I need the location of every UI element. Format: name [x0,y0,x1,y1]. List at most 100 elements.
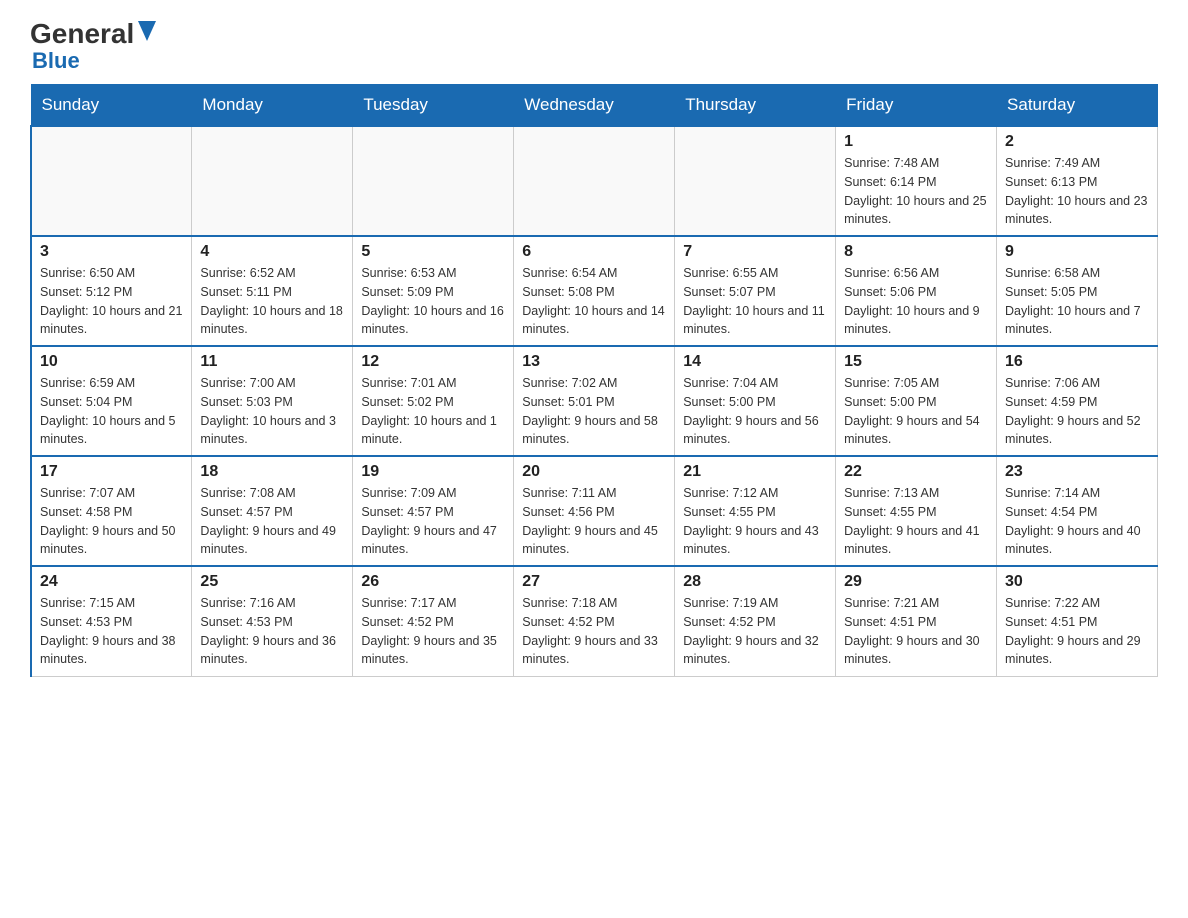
day-number: 26 [361,573,505,591]
day-info: Sunrise: 7:22 AM Sunset: 4:51 PM Dayligh… [1005,594,1149,669]
calendar-cell [192,126,353,236]
day-number: 1 [844,133,988,151]
day-info: Sunrise: 7:18 AM Sunset: 4:52 PM Dayligh… [522,594,666,669]
day-number: 20 [522,463,666,481]
day-number: 2 [1005,133,1149,151]
day-info: Sunrise: 7:07 AM Sunset: 4:58 PM Dayligh… [40,484,183,559]
day-number: 27 [522,573,666,591]
calendar-cell: 26 Sunrise: 7:17 AM Sunset: 4:52 PM Dayli… [353,566,514,676]
calendar-cell: 19 Sunrise: 7:09 AM Sunset: 4:57 PM Dayli… [353,456,514,566]
day-info: Sunrise: 7:48 AM Sunset: 6:14 PM Dayligh… [844,154,988,229]
logo-blue-label: Blue [32,48,80,73]
calendar-cell: 24 Sunrise: 7:15 AM Sunset: 4:53 PM Dayli… [31,566,192,676]
day-number: 12 [361,353,505,371]
calendar-cell: 17 Sunrise: 7:07 AM Sunset: 4:58 PM Dayli… [31,456,192,566]
day-number: 18 [200,463,344,481]
calendar-table: SundayMondayTuesdayWednesdayThursdayFrid… [30,84,1158,677]
header: General Blue [30,20,1158,74]
day-number: 8 [844,243,988,261]
day-number: 16 [1005,353,1149,371]
day-number: 21 [683,463,827,481]
week-row-4: 17 Sunrise: 7:07 AM Sunset: 4:58 PM Dayli… [31,456,1158,566]
day-number: 6 [522,243,666,261]
calendar-cell: 22 Sunrise: 7:13 AM Sunset: 4:55 PM Dayli… [836,456,997,566]
calendar-header-sunday: Sunday [31,85,192,127]
calendar-header-row: SundayMondayTuesdayWednesdayThursdayFrid… [31,85,1158,127]
day-info: Sunrise: 7:00 AM Sunset: 5:03 PM Dayligh… [200,374,344,449]
calendar-cell: 28 Sunrise: 7:19 AM Sunset: 4:52 PM Dayli… [675,566,836,676]
day-info: Sunrise: 7:01 AM Sunset: 5:02 PM Dayligh… [361,374,505,449]
day-number: 13 [522,353,666,371]
day-info: Sunrise: 7:04 AM Sunset: 5:00 PM Dayligh… [683,374,827,449]
calendar-cell: 1 Sunrise: 7:48 AM Sunset: 6:14 PM Daylig… [836,126,997,236]
calendar-cell [353,126,514,236]
week-row-3: 10 Sunrise: 6:59 AM Sunset: 5:04 PM Dayli… [31,346,1158,456]
logo: General Blue [30,20,156,74]
day-number: 5 [361,243,505,261]
calendar-cell: 2 Sunrise: 7:49 AM Sunset: 6:13 PM Daylig… [997,126,1158,236]
calendar-cell: 21Sunrise: 7:12 AM Sunset: 4:55 PM Dayli… [675,456,836,566]
calendar-header-friday: Friday [836,85,997,127]
day-number: 23 [1005,463,1149,481]
day-info: Sunrise: 7:17 AM Sunset: 4:52 PM Dayligh… [361,594,505,669]
calendar-cell: 25Sunrise: 7:16 AM Sunset: 4:53 PM Dayli… [192,566,353,676]
day-info: Sunrise: 6:56 AM Sunset: 5:06 PM Dayligh… [844,264,988,339]
day-number: 17 [40,463,183,481]
calendar-header-wednesday: Wednesday [514,85,675,127]
day-info: Sunrise: 6:52 AM Sunset: 5:11 PM Dayligh… [200,264,344,339]
day-info: Sunrise: 7:21 AM Sunset: 4:51 PM Dayligh… [844,594,988,669]
calendar-header-tuesday: Tuesday [353,85,514,127]
calendar-cell: 8 Sunrise: 6:56 AM Sunset: 5:06 PM Daylig… [836,236,997,346]
calendar-cell: 15Sunrise: 7:05 AM Sunset: 5:00 PM Dayli… [836,346,997,456]
calendar-cell [31,126,192,236]
day-number: 19 [361,463,505,481]
day-number: 3 [40,243,183,261]
day-number: 4 [200,243,344,261]
calendar-cell: 23 Sunrise: 7:14 AM Sunset: 4:54 PM Dayli… [997,456,1158,566]
day-info: Sunrise: 7:19 AM Sunset: 4:52 PM Dayligh… [683,594,827,669]
day-info: Sunrise: 7:16 AM Sunset: 4:53 PM Dayligh… [200,594,344,669]
calendar-cell: 3Sunrise: 6:50 AM Sunset: 5:12 PM Daylig… [31,236,192,346]
calendar-header-thursday: Thursday [675,85,836,127]
calendar-cell: 10 Sunrise: 6:59 AM Sunset: 5:04 PM Dayli… [31,346,192,456]
day-number: 7 [683,243,827,261]
day-number: 24 [40,573,183,591]
day-info: Sunrise: 7:02 AM Sunset: 5:01 PM Dayligh… [522,374,666,449]
day-info: Sunrise: 6:55 AM Sunset: 5:07 PM Dayligh… [683,264,827,339]
day-info: Sunrise: 7:08 AM Sunset: 4:57 PM Dayligh… [200,484,344,559]
day-number: 30 [1005,573,1149,591]
week-row-2: 3Sunrise: 6:50 AM Sunset: 5:12 PM Daylig… [31,236,1158,346]
calendar-header-monday: Monday [192,85,353,127]
week-row-1: 1 Sunrise: 7:48 AM Sunset: 6:14 PM Daylig… [31,126,1158,236]
day-info: Sunrise: 7:49 AM Sunset: 6:13 PM Dayligh… [1005,154,1149,229]
week-row-5: 24 Sunrise: 7:15 AM Sunset: 4:53 PM Dayli… [31,566,1158,676]
day-number: 10 [40,353,183,371]
day-number: 28 [683,573,827,591]
calendar-cell [514,126,675,236]
day-info: Sunrise: 6:53 AM Sunset: 5:09 PM Dayligh… [361,264,505,339]
day-number: 15 [844,353,988,371]
calendar-cell: 5 Sunrise: 6:53 AM Sunset: 5:09 PM Daylig… [353,236,514,346]
day-info: Sunrise: 6:58 AM Sunset: 5:05 PM Dayligh… [1005,264,1149,339]
day-info: Sunrise: 7:14 AM Sunset: 4:54 PM Dayligh… [1005,484,1149,559]
day-info: Sunrise: 7:09 AM Sunset: 4:57 PM Dayligh… [361,484,505,559]
calendar-cell: 9Sunrise: 6:58 AM Sunset: 5:05 PM Daylig… [997,236,1158,346]
day-info: Sunrise: 7:11 AM Sunset: 4:56 PM Dayligh… [522,484,666,559]
day-info: Sunrise: 7:15 AM Sunset: 4:53 PM Dayligh… [40,594,183,669]
calendar-cell: 29Sunrise: 7:21 AM Sunset: 4:51 PM Dayli… [836,566,997,676]
day-number: 22 [844,463,988,481]
calendar-cell: 12 Sunrise: 7:01 AM Sunset: 5:02 PM Dayli… [353,346,514,456]
calendar-header-saturday: Saturday [997,85,1158,127]
calendar-cell: 30 Sunrise: 7:22 AM Sunset: 4:51 PM Dayli… [997,566,1158,676]
day-number: 14 [683,353,827,371]
calendar-cell: 7 Sunrise: 6:55 AM Sunset: 5:07 PM Daylig… [675,236,836,346]
logo-triangle-icon [138,21,156,45]
calendar-cell: 27 Sunrise: 7:18 AM Sunset: 4:52 PM Dayli… [514,566,675,676]
logo-general-text: General [30,20,134,48]
day-info: Sunrise: 6:59 AM Sunset: 5:04 PM Dayligh… [40,374,183,449]
calendar-cell: 14 Sunrise: 7:04 AM Sunset: 5:00 PM Dayli… [675,346,836,456]
day-info: Sunrise: 7:13 AM Sunset: 4:55 PM Dayligh… [844,484,988,559]
calendar-cell: 13 Sunrise: 7:02 AM Sunset: 5:01 PM Dayli… [514,346,675,456]
calendar-cell: 18 Sunrise: 7:08 AM Sunset: 4:57 PM Dayli… [192,456,353,566]
calendar-cell: 4 Sunrise: 6:52 AM Sunset: 5:11 PM Daylig… [192,236,353,346]
